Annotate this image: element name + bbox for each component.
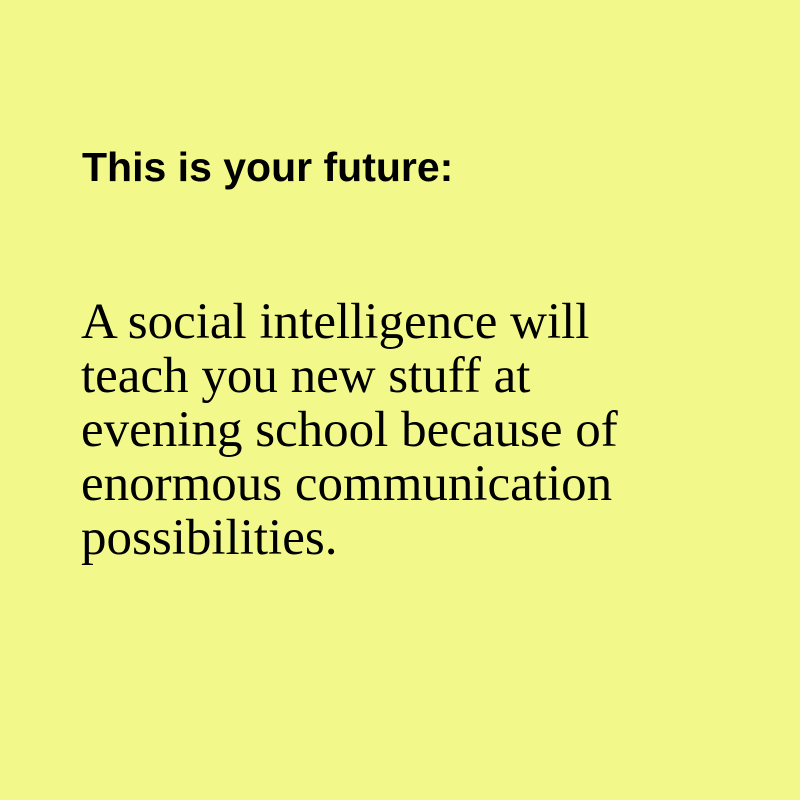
- body-line: possibilities.: [81, 510, 338, 566]
- body-line: evening school because of: [81, 402, 618, 458]
- body-line: A social intelligence will: [81, 294, 590, 350]
- body-line: teach you new stuff at: [81, 348, 531, 404]
- body-line: enormous communication: [81, 456, 613, 512]
- card-heading: This is your future:: [82, 144, 454, 190]
- card-body-text: A social intelligence will teach you new…: [81, 295, 721, 565]
- quote-card: This is your future: A social intelligen…: [0, 0, 800, 800]
